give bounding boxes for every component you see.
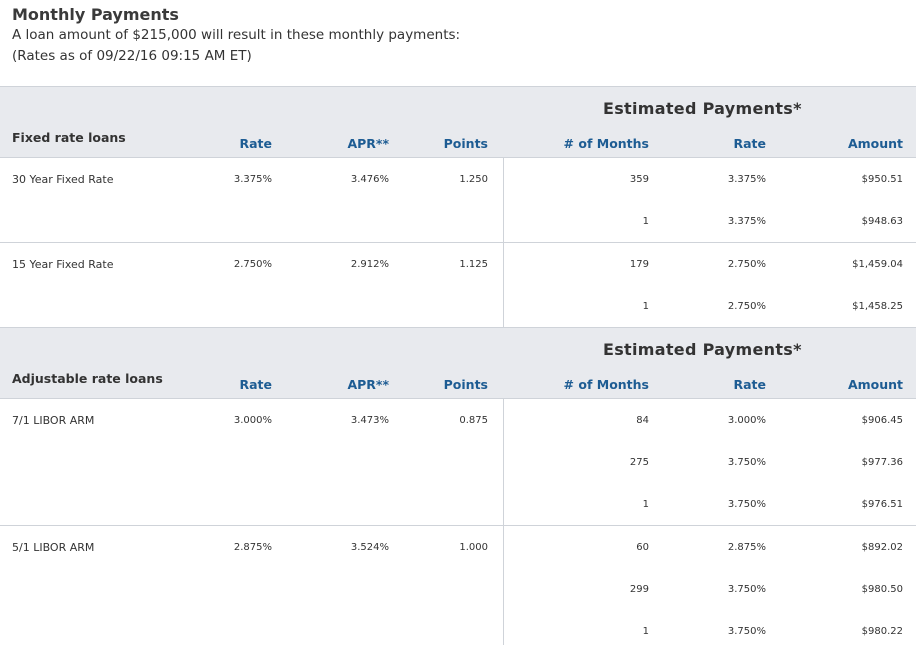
payment-months: 84	[636, 415, 649, 426]
payment-months: 179	[629, 259, 649, 270]
adjustable-col-est-rate: Rate	[733, 377, 766, 392]
payment-rate: 3.000%	[727, 415, 766, 426]
adjustable-col-months: # of Months	[563, 377, 649, 392]
payment-months: 1	[642, 301, 649, 312]
fixed-col-apr: APR**	[347, 136, 389, 151]
loan-points: 0.875	[459, 415, 488, 426]
payment-months: 60	[636, 542, 649, 553]
loan-points: 1.000	[459, 542, 488, 553]
payment-rate: 3.750%	[727, 457, 766, 468]
payment-amount: $980.50	[861, 584, 903, 595]
loan-apr: 3.524%	[350, 542, 389, 553]
adjustable-column-divider	[503, 399, 504, 645]
adjustable-section-label: Adjustable rate loans	[12, 371, 163, 386]
loan-name: 30 Year Fixed Rate	[12, 173, 114, 186]
rates-date-text: (Rates as of 09/22/16 09:15 AM ET)	[12, 48, 252, 64]
payment-amount: $976.51	[861, 499, 903, 510]
payment-months: 299	[629, 584, 649, 595]
loan-apr: 3.476%	[350, 174, 389, 185]
loan-rate: 3.000%	[233, 415, 272, 426]
adjustable-col-points: Points	[443, 377, 488, 392]
fixed-col-amount: Amount	[847, 136, 903, 151]
loan-rate: 2.750%	[233, 259, 272, 270]
payment-rate: 2.875%	[727, 542, 766, 553]
payment-rate: 3.750%	[727, 499, 766, 510]
loan-rate: 2.875%	[233, 542, 272, 553]
adjustable-col-amount: Amount	[847, 377, 903, 392]
payment-months: 359	[629, 174, 649, 185]
payment-amount: $950.51	[861, 174, 903, 185]
loan-points: 1.125	[459, 259, 488, 270]
payment-months: 1	[642, 626, 649, 637]
fixed-estimated-payments-title: Estimated Payments*	[603, 99, 802, 118]
loan-apr: 3.473%	[350, 415, 389, 426]
payment-amount: $892.02	[861, 542, 903, 553]
payment-months: 1	[642, 499, 649, 510]
adjustable-estimated-payments-title: Estimated Payments*	[603, 340, 802, 359]
loan-name: 7/1 LIBOR ARM	[12, 414, 95, 427]
payment-amount: $980.22	[861, 626, 903, 637]
fixed-col-points: Points	[443, 136, 488, 151]
payment-amount: $948.63	[861, 216, 903, 227]
loan-points: 1.250	[459, 174, 488, 185]
payment-rate: 2.750%	[727, 301, 766, 312]
payment-amount: $1,459.04	[852, 259, 903, 270]
row-divider	[0, 525, 916, 526]
payment-amount: $906.45	[861, 415, 903, 426]
fixed-col-est-rate: Rate	[733, 136, 766, 151]
fixed-col-months: # of Months	[563, 136, 649, 151]
payment-months: 275	[629, 457, 649, 468]
fixed-col-rate: Rate	[239, 136, 272, 151]
row-divider	[0, 242, 916, 243]
payment-months: 1	[642, 216, 649, 227]
adjustable-col-apr: APR**	[347, 377, 389, 392]
loan-name: 15 Year Fixed Rate	[12, 258, 114, 271]
payment-rate: 3.375%	[727, 216, 766, 227]
loan-apr: 2.912%	[350, 259, 389, 270]
loan-amount-text: A loan amount of $215,000 will result in…	[12, 27, 461, 43]
payment-rate: 2.750%	[727, 259, 766, 270]
loan-name: 5/1 LIBOR ARM	[12, 541, 95, 554]
loan-rate: 3.375%	[233, 174, 272, 185]
adjustable-col-rate: Rate	[239, 377, 272, 392]
payment-amount: $1,458.25	[852, 301, 903, 312]
payment-rate: 3.375%	[727, 174, 766, 185]
payment-rate: 3.750%	[727, 626, 766, 637]
payment-amount: $977.36	[861, 457, 903, 468]
intro-block: Monthly Payments A loan amount of $215,0…	[12, 5, 460, 67]
page-title: Monthly Payments	[12, 5, 179, 24]
payment-rate: 3.750%	[727, 584, 766, 595]
fixed-section-label: Fixed rate loans	[12, 130, 126, 145]
